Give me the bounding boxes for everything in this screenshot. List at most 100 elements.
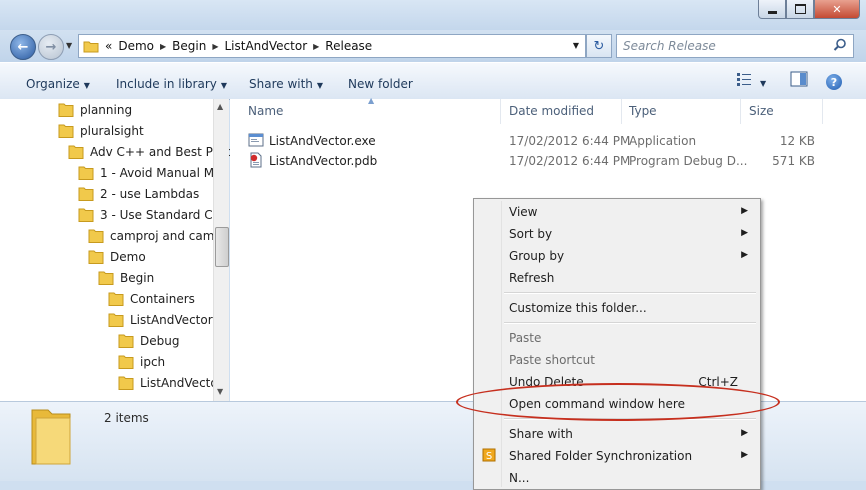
address-dropdown-icon[interactable]: ▼	[573, 41, 579, 50]
menu-item-label: Shared Folder Synchronization	[509, 449, 693, 463]
folder-icon	[118, 334, 134, 348]
menu-item-new[interactable]: N...	[474, 467, 760, 489]
breadcrumb-separator-icon[interactable]: ▶	[313, 42, 319, 51]
menu-item-label: Sort by	[509, 227, 553, 241]
include-in-library-button[interactable]: Include in library ▼	[116, 77, 227, 91]
submenu-arrow-icon: ▶	[741, 206, 748, 216]
tree-item-containers[interactable]: Containers	[108, 288, 195, 309]
file-size: 12 KB	[779, 134, 815, 148]
minimize-button[interactable]	[758, 0, 786, 19]
menu-item-label: Refresh	[509, 271, 555, 285]
address-bar[interactable]: « Demo ▶ Begin ▶ ListAndVector ▶ Release…	[78, 34, 586, 58]
column-header-type[interactable]: Type	[629, 104, 657, 118]
organize-button[interactable]: Organize ▼	[26, 77, 90, 91]
new-folder-button[interactable]: New folder	[348, 77, 413, 91]
close-icon: ✕	[832, 2, 842, 16]
folder-icon	[68, 145, 84, 159]
file-row-exe[interactable]: ListAndVector.exe 17/02/2012 6:44 PM App…	[240, 131, 840, 151]
navigation-bar: ← → ▼ « Demo ▶ Begin ▶ ListAndVector ▶ R…	[0, 30, 866, 62]
file-date: 17/02/2012 6:44 PM	[509, 154, 631, 168]
breadcrumb-begin[interactable]: Begin	[172, 39, 206, 53]
scroll-up-icon[interactable]: ▲	[217, 102, 223, 111]
chevron-down-icon: ▼	[83, 81, 90, 90]
maximize-icon	[794, 4, 806, 14]
view-dropdown-icon[interactable]: ▼	[760, 79, 766, 88]
scrollbar-thumb[interactable]	[215, 227, 229, 267]
tree-item-listandvector[interactable]: ListAndVector	[108, 309, 213, 330]
menu-item-undo-delete[interactable]: Undo Delete Ctrl+Z	[474, 371, 760, 393]
file-row-pdb[interactable]: ListAndVector.pdb 17/02/2012 6:44 PM Pro…	[240, 151, 840, 171]
close-button[interactable]: ✕	[814, 0, 860, 19]
submenu-arrow-icon: ▶	[741, 450, 748, 460]
tree-item-listandvector-sub[interactable]: ListAndVector	[118, 372, 223, 393]
folder-icon	[88, 229, 104, 243]
column-header-date[interactable]: Date modified	[509, 104, 594, 118]
menu-item-shortcut: Ctrl+Z	[698, 375, 738, 389]
column-divider[interactable]	[740, 99, 741, 124]
folder-icon	[108, 313, 124, 327]
tree-item-label: Debug	[140, 333, 180, 348]
sync-icon: S	[482, 448, 496, 462]
column-divider[interactable]	[822, 99, 823, 124]
column-divider[interactable]	[500, 99, 501, 124]
tree-item-camproj[interactable]: camproj and camre	[88, 225, 227, 246]
tree-item-demo[interactable]: Demo	[88, 246, 146, 267]
menu-item-shared-folder-sync[interactable]: S Shared Folder Synchronization ▶	[474, 445, 760, 467]
tree-item-use-lambdas[interactable]: 2 - use Lambdas	[78, 183, 199, 204]
search-input[interactable]: Search Release	[616, 34, 854, 58]
forward-button[interactable]: →	[38, 34, 64, 60]
menu-item-open-command-window[interactable]: Open command window here	[474, 393, 760, 415]
menu-item-group-by[interactable]: Group by ▶	[474, 245, 760, 267]
tree-item-begin[interactable]: Begin	[98, 267, 154, 288]
menu-item-label: Customize this folder...	[509, 301, 647, 315]
menu-item-sort-by[interactable]: Sort by ▶	[474, 223, 760, 245]
column-header-name[interactable]: Name	[248, 104, 283, 118]
menu-item-refresh[interactable]: Refresh	[474, 267, 760, 289]
column-divider[interactable]	[621, 99, 622, 124]
help-icon: ?	[830, 75, 838, 89]
breadcrumb-prefix[interactable]: «	[105, 39, 112, 53]
menu-item-view[interactable]: View ▶	[474, 201, 760, 223]
organize-label: Organize	[26, 77, 80, 91]
large-folder-icon	[31, 409, 71, 465]
tree-item-avoid-manual[interactable]: 1 - Avoid Manual Mer	[78, 162, 226, 183]
menu-item-paste-shortcut[interactable]: Paste shortcut	[474, 349, 760, 371]
tree-item-adv-cpp[interactable]: Adv C++ and Best Prac	[68, 141, 232, 162]
breadcrumb-release[interactable]: Release	[325, 39, 372, 53]
menu-item-paste[interactable]: Paste	[474, 327, 760, 349]
tree-item-use-standard[interactable]: 3 - Use Standard Con	[78, 204, 228, 225]
breadcrumb-separator-icon[interactable]: ▶	[212, 42, 218, 51]
column-header-size[interactable]: Size	[749, 104, 774, 118]
tree-item-planning[interactable]: planning	[58, 99, 132, 120]
preview-pane-icon[interactable]	[790, 71, 808, 87]
tree-item-debug[interactable]: Debug	[118, 330, 179, 351]
folder-icon	[83, 41, 99, 53]
folder-icon	[58, 124, 74, 138]
menu-item-customize[interactable]: Customize this folder...	[474, 297, 760, 319]
tree-item-label: camproj and camre	[110, 228, 227, 243]
share-with-button[interactable]: Share with ▼	[249, 77, 323, 91]
view-options-icon[interactable]	[736, 71, 752, 87]
tree-item-ipch[interactable]: ipch	[118, 351, 165, 372]
svg-text:S: S	[486, 451, 492, 462]
tree-item-label: ListAndVector	[130, 312, 213, 327]
folder-icon	[118, 376, 134, 390]
item-count: 2 items	[104, 411, 149, 425]
help-button[interactable]: ?	[826, 74, 842, 90]
folder-icon	[78, 208, 94, 222]
tree-item-pluralsight[interactable]: pluralsight	[58, 120, 144, 141]
include-in-library-label: Include in library	[116, 77, 217, 91]
scroll-down-icon[interactable]: ▼	[217, 387, 223, 396]
navigation-pane-scrollbar[interactable]: ▲ ▼	[213, 99, 229, 401]
recent-pages-dropdown-icon[interactable]: ▼	[66, 41, 72, 50]
maximize-button[interactable]	[786, 0, 814, 19]
share-with-label: Share with	[249, 77, 313, 91]
breadcrumb-separator-icon[interactable]: ▶	[160, 42, 166, 51]
back-button[interactable]: ←	[10, 34, 36, 60]
menu-item-share-with[interactable]: Share with ▶	[474, 423, 760, 445]
folder-icon	[118, 355, 134, 369]
breadcrumb-demo[interactable]: Demo	[118, 39, 154, 53]
refresh-button[interactable]: ↻	[586, 34, 612, 58]
tree-item-label: pluralsight	[80, 123, 144, 138]
breadcrumb-listandvector[interactable]: ListAndVector	[224, 39, 307, 53]
